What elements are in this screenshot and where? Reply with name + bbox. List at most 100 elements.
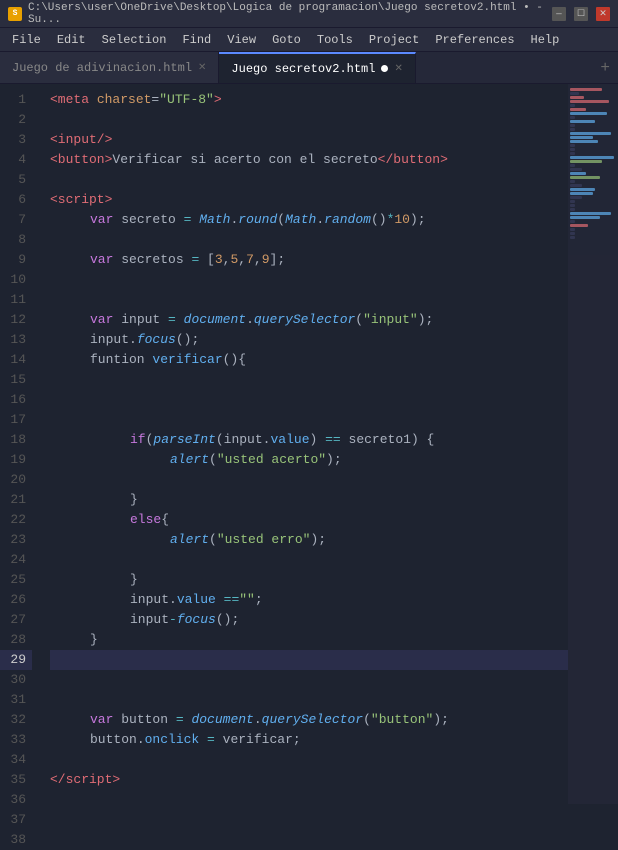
code-line-23: alert("usted erro"); — [50, 530, 568, 550]
code-line-14: funtion verificar(){ — [50, 350, 568, 370]
menu-tools[interactable]: Tools — [309, 31, 361, 49]
menu-selection[interactable]: Selection — [94, 31, 175, 49]
code-line-35: </script> — [50, 770, 568, 790]
line-num-12: 12 — [0, 310, 32, 330]
tab-juego-adivinacion[interactable]: Juego de adivinacion.html ✕ — [0, 52, 219, 83]
line-numbers: 1 2 3 4 5 6 7 8 9 10 11 12 13 14 15 16 1… — [0, 84, 42, 804]
menu-bar: File Edit Selection Find View Goto Tools… — [0, 28, 618, 52]
line-num-13: 13 — [0, 330, 32, 350]
code-line-11 — [50, 290, 568, 310]
menu-find[interactable]: Find — [174, 31, 219, 49]
line-num-21: 21 — [0, 490, 32, 510]
code-line-1: <meta charset="UTF-8"> — [50, 90, 568, 110]
line-num-1: 1 — [0, 90, 32, 110]
code-line-27: input-focus(); — [50, 610, 568, 630]
minimize-button[interactable]: — — [552, 7, 566, 21]
code-line-20 — [50, 470, 568, 490]
line-num-33: 33 — [0, 730, 32, 750]
line-num-9: 9 — [0, 250, 32, 270]
code-editor[interactable]: <meta charset="UTF-8"> <input/> <button>… — [42, 84, 568, 804]
tab-close-active-icon[interactable]: ✕ — [394, 63, 402, 75]
code-line-3: <input/> — [50, 130, 568, 150]
line-num-22: 22 — [0, 510, 32, 530]
line-num-23: 23 — [0, 530, 32, 550]
menu-goto[interactable]: Goto — [264, 31, 309, 49]
code-line-12: var input = document.querySelector("inpu… — [50, 310, 568, 330]
tab-add-button[interactable]: + — [592, 52, 618, 83]
code-line-32: var button = document.querySelector("but… — [50, 710, 568, 730]
code-line-8 — [50, 230, 568, 250]
maximize-button[interactable]: ☐ — [574, 7, 588, 21]
menu-project[interactable]: Project — [361, 31, 427, 49]
line-num-37: 37 — [0, 810, 32, 830]
line-num-36: 36 — [0, 790, 32, 810]
line-num-31: 31 — [0, 690, 32, 710]
menu-file[interactable]: File — [4, 31, 49, 49]
code-line-9: var secretos = [3,5,7,9]; — [50, 250, 568, 270]
line-num-11: 11 — [0, 290, 32, 310]
code-line-36 — [50, 790, 568, 804]
line-num-24: 24 — [0, 550, 32, 570]
line-num-28: 28 — [0, 630, 32, 650]
line-num-15: 15 — [0, 370, 32, 390]
code-line-24 — [50, 550, 568, 570]
code-line-17 — [50, 410, 568, 430]
menu-preferences[interactable]: Preferences — [427, 31, 522, 49]
code-line-29 — [50, 650, 568, 670]
line-num-35: 35 — [0, 770, 32, 790]
code-line-15 — [50, 370, 568, 390]
menu-edit[interactable]: Edit — [49, 31, 94, 49]
tab-close-icon[interactable]: ✕ — [198, 62, 206, 74]
code-line-21: } — [50, 490, 568, 510]
tab-juego-secretov2[interactable]: Juego secretov2.html ✕ — [219, 52, 415, 83]
tab-modified-dot — [381, 65, 388, 72]
line-num-20: 20 — [0, 470, 32, 490]
line-num-26: 26 — [0, 590, 32, 610]
line-num-16: 16 — [0, 390, 32, 410]
code-line-26: input.value ==""; — [50, 590, 568, 610]
line-num-38: 38 — [0, 830, 32, 850]
code-line-13: input.focus(); — [50, 330, 568, 350]
menu-help[interactable]: Help — [523, 31, 568, 49]
menu-view[interactable]: View — [219, 31, 264, 49]
line-num-17: 17 — [0, 410, 32, 430]
line-num-34: 34 — [0, 750, 32, 770]
window-title: C:\Users\user\OneDrive\Desktop\Logica de… — [28, 2, 552, 26]
code-line-16 — [50, 390, 568, 410]
line-num-30: 30 — [0, 670, 32, 690]
line-num-29: 29 — [0, 650, 32, 670]
tab-label: Juego de adivinacion.html — [12, 61, 192, 75]
line-num-10: 10 — [0, 270, 32, 290]
line-num-2: 2 — [0, 110, 32, 130]
tab-bar: Juego de adivinacion.html ✕ Juego secret… — [0, 52, 618, 84]
code-line-18: if(parseInt(input.value) == secreto1) { — [50, 430, 568, 450]
close-button[interactable]: ✕ — [596, 7, 610, 21]
code-line-33: button.onclick = verificar; — [50, 730, 568, 750]
line-num-7: 7 — [0, 210, 32, 230]
code-line-2 — [50, 110, 568, 130]
minimap — [568, 84, 618, 804]
code-line-19: alert("usted acerto"); — [50, 450, 568, 470]
line-num-3: 3 — [0, 130, 32, 150]
line-num-5: 5 — [0, 170, 32, 190]
code-line-22: else{ — [50, 510, 568, 530]
tab-label-active: Juego secretov2.html — [231, 62, 375, 76]
code-line-4: <button>Verificar si acerto con el secre… — [50, 150, 568, 170]
line-num-25: 25 — [0, 570, 32, 590]
line-num-19: 19 — [0, 450, 32, 470]
line-num-14: 14 — [0, 350, 32, 370]
line-num-18: 18 — [0, 430, 32, 450]
code-line-30 — [50, 670, 568, 690]
code-line-10 — [50, 270, 568, 290]
line-num-32: 32 — [0, 710, 32, 730]
code-line-34 — [50, 750, 568, 770]
editor-area: 1 2 3 4 5 6 7 8 9 10 11 12 13 14 15 16 1… — [0, 84, 618, 804]
line-num-27: 27 — [0, 610, 32, 630]
line-num-8: 8 — [0, 230, 32, 250]
window-controls: — ☐ ✕ — [552, 7, 610, 21]
code-line-28: } — [50, 630, 568, 650]
code-line-31 — [50, 690, 568, 710]
line-num-6: 6 — [0, 190, 32, 210]
code-line-6: <script> — [50, 190, 568, 210]
code-line-5 — [50, 170, 568, 190]
